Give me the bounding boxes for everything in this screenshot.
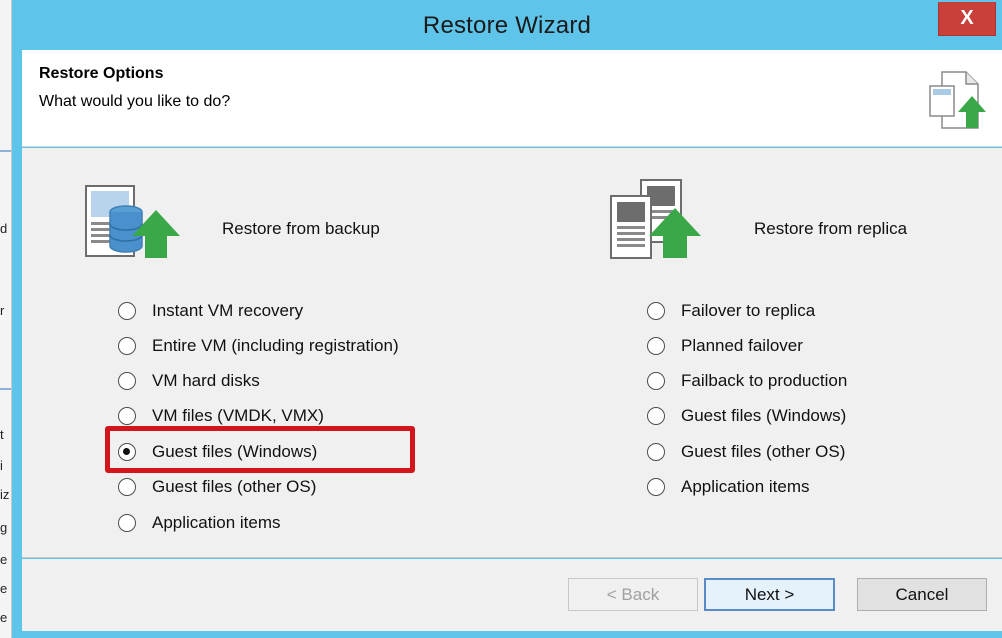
option-instant-vm-recovery[interactable]: Instant VM recovery [118, 299, 303, 323]
option-label: Guest files (Windows) [681, 406, 847, 425]
background-text: iz [0, 488, 10, 502]
cancel-button[interactable]: Cancel [857, 578, 987, 611]
radio-button[interactable] [647, 337, 665, 355]
option-label: Entire VM (including registration) [152, 336, 399, 355]
background-text: e [0, 553, 8, 567]
close-button[interactable]: X [938, 2, 996, 36]
option-label: Guest files (other OS) [152, 477, 317, 496]
background-window-edge: d r t i iz g e e e [0, 0, 12, 638]
restore-options-panel: Restore from backup Restore from replica… [22, 148, 1002, 558]
option-label: Planned failover [681, 336, 803, 355]
radio-button[interactable] [118, 478, 136, 496]
background-text: r [0, 304, 5, 318]
option-planned-failover[interactable]: Planned failover [647, 334, 803, 358]
background-text: i [0, 459, 3, 473]
restore-document-icon [929, 71, 986, 129]
radio-button[interactable] [118, 302, 136, 320]
next-button[interactable]: Next > [704, 578, 835, 611]
radio-button[interactable] [118, 337, 136, 355]
restore-wizard-dialog: Restore Wizard X Restore Options What wo… [12, 0, 1002, 638]
radio-button[interactable] [118, 372, 136, 390]
option-replica-application-items[interactable]: Application items [647, 475, 810, 499]
wizard-footer: < Back Next > Cancel [22, 559, 1002, 631]
restore-from-backup-heading: Restore from backup [222, 219, 380, 238]
option-vm-files[interactable]: VM files (VMDK, VMX) [118, 404, 324, 428]
option-label: Application items [681, 477, 810, 496]
radio-button[interactable] [647, 302, 665, 320]
option-label: Guest files (other OS) [681, 442, 846, 461]
page-title: Restore Options [39, 65, 164, 82]
option-replica-guest-files-other-os[interactable]: Guest files (other OS) [647, 440, 845, 464]
background-text: e [0, 611, 8, 625]
background-divider [0, 150, 11, 152]
option-application-items[interactable]: Application items [118, 511, 281, 535]
option-entire-vm[interactable]: Entire VM (including registration) [118, 334, 399, 358]
restore-from-replica-heading: Restore from replica [754, 219, 908, 238]
option-label: VM hard disks [152, 371, 260, 390]
option-label: Failover to replica [681, 301, 816, 320]
radio-button[interactable] [647, 478, 665, 496]
replica-servers-icon [610, 179, 701, 259]
radio-button[interactable] [647, 407, 665, 425]
option-replica-guest-files-windows[interactable]: Guest files (Windows) [647, 404, 846, 428]
option-label: Application items [152, 513, 281, 532]
option-vm-hard-disks[interactable]: VM hard disks [118, 369, 260, 393]
radio-button[interactable] [647, 372, 665, 390]
background-text: e [0, 582, 8, 596]
selection-highlight-annotation [105, 426, 415, 473]
background-divider [0, 388, 11, 390]
option-failover-to-replica[interactable]: Failover to replica [647, 299, 815, 323]
window-title: Restore Wizard [422, 12, 592, 39]
option-label: Instant VM recovery [152, 301, 304, 320]
background-text: t [0, 428, 4, 442]
radio-button[interactable] [118, 407, 136, 425]
background-text: d [0, 222, 8, 236]
option-label: Failback to production [681, 371, 848, 390]
option-label: VM files (VMDK, VMX) [152, 406, 324, 425]
back-button[interactable]: < Back [568, 578, 698, 611]
wizard-header: Restore Options What would you like to d… [22, 50, 1002, 147]
title-bar[interactable]: Restore Wizard X [12, 0, 1002, 50]
radio-button[interactable] [118, 514, 136, 532]
backup-database-icon [85, 185, 180, 258]
option-failback-to-production[interactable]: Failback to production [647, 369, 847, 393]
radio-button[interactable] [647, 443, 665, 461]
background-text: g [0, 521, 8, 535]
page-subtitle: What would you like to do? [39, 93, 231, 110]
option-guest-files-other-os[interactable]: Guest files (other OS) [118, 475, 316, 499]
